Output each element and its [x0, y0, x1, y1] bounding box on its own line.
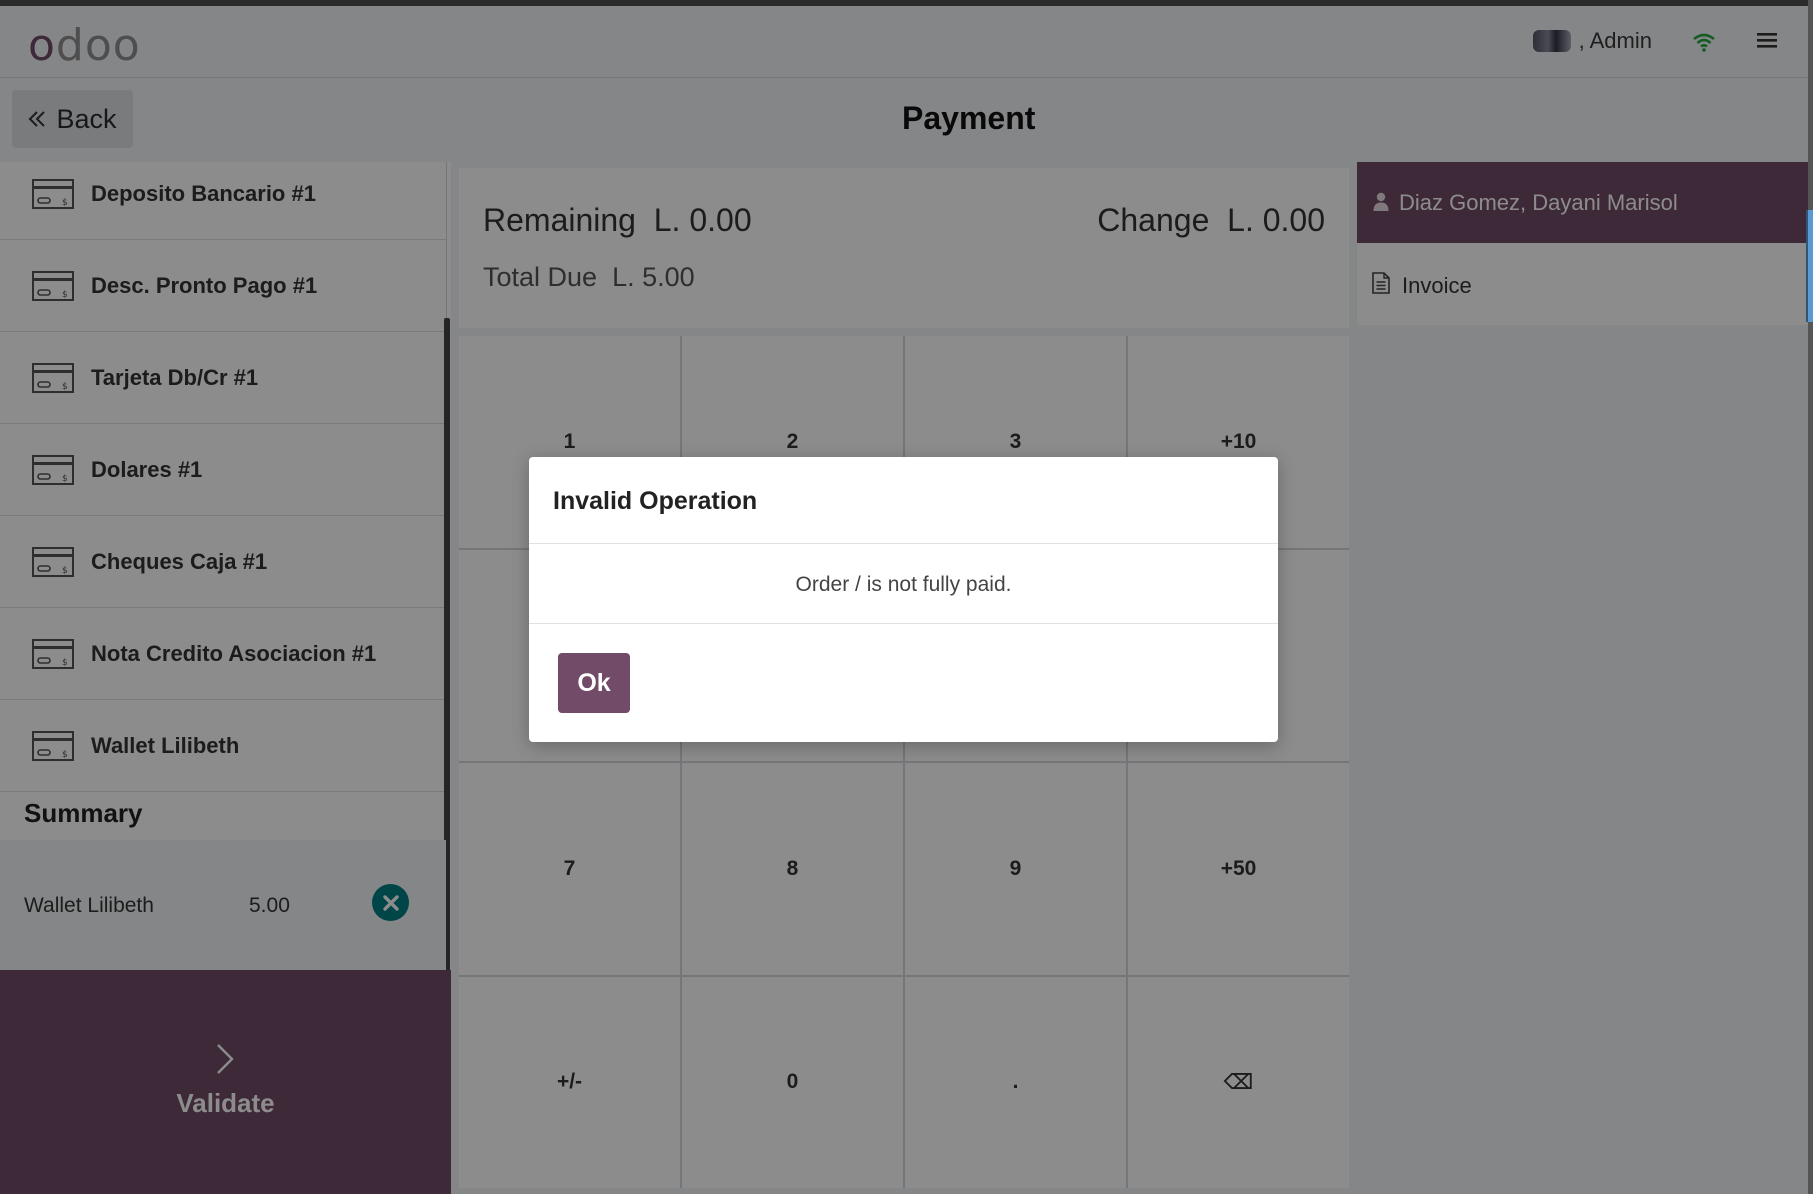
dialog-message: Order / is not fully paid.	[795, 573, 1012, 596]
invalid-operation-dialog: Invalid Operation Order / is not fully p…	[529, 457, 1278, 742]
dialog-title: Invalid Operation	[553, 487, 758, 515]
window-right-edge	[1808, 0, 1813, 1194]
dialog-divider	[529, 543, 1278, 544]
dialog-divider	[529, 623, 1278, 624]
ok-button[interactable]: Ok	[558, 653, 630, 713]
